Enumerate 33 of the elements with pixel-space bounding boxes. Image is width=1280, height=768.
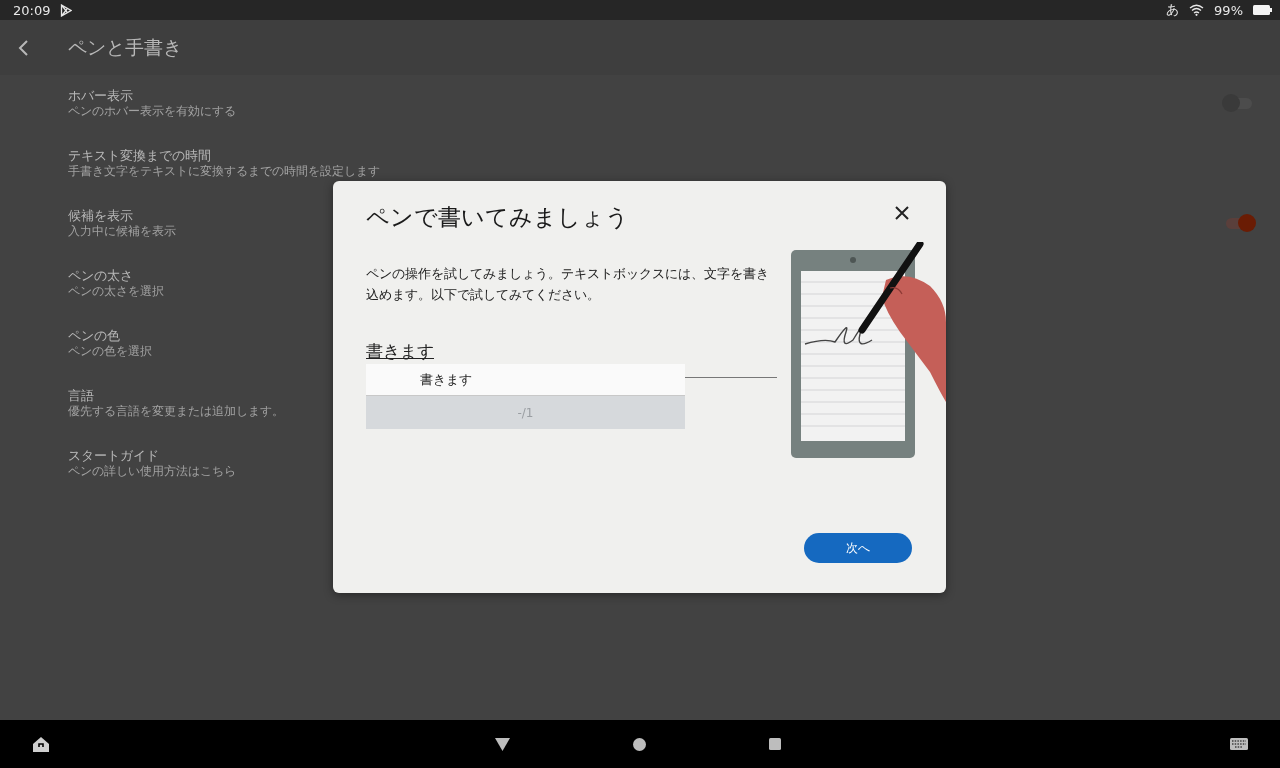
- setting-description: ペンの太さを選択: [68, 284, 164, 299]
- next-button[interactable]: 次へ: [804, 533, 912, 563]
- setting-title[interactable]: 候補を表示: [68, 207, 133, 224]
- setting-title[interactable]: ホバー表示: [68, 87, 133, 104]
- input-method-indicator: あ: [1166, 1, 1180, 19]
- setting-description: 入力中に候補を表示: [68, 224, 176, 239]
- setting-description: 手書き文字をテキストに変換するまでの時間を設定します: [68, 164, 380, 179]
- setting-title[interactable]: ペンの色: [68, 327, 120, 344]
- recents-square-icon[interactable]: [769, 738, 781, 750]
- candidate-counter: -/1: [366, 396, 685, 429]
- setting-description: 優先する言語を変更または追加します。: [68, 404, 284, 419]
- battery-icon: [1253, 5, 1272, 15]
- clock-time: 20:09: [13, 2, 51, 18]
- back-triangle-icon[interactable]: [495, 737, 510, 751]
- dialog-description: ペンの操作を試してみましょう。テキストボックスには、文字を書き込めます。以下で試してみてください。: [366, 265, 770, 304]
- setting-description: ペンの色を選択: [68, 344, 152, 359]
- setting-title[interactable]: スタートガイド: [68, 447, 159, 464]
- setting-description: ペンのホバー表示を有効にする: [68, 104, 236, 119]
- home-icon[interactable]: [32, 735, 50, 753]
- section-heading: 書きます: [366, 340, 434, 362]
- setting-title[interactable]: テキスト変換までの時間: [68, 147, 211, 164]
- keyboard-icon[interactable]: [1230, 738, 1248, 750]
- page-title: ペンと手書き: [68, 34, 182, 60]
- home-circle-icon[interactable]: [633, 737, 646, 751]
- battery-percentage: 99%: [1214, 2, 1243, 18]
- wifi-icon: [1189, 4, 1205, 16]
- setting-title[interactable]: 言語: [68, 387, 94, 404]
- setting-description: ペンの詳しい使用方法はこちら: [68, 464, 236, 479]
- setting-title[interactable]: ペンの太さ: [68, 267, 133, 284]
- dialog-title: ペンで書いてみましょう: [366, 203, 629, 232]
- play-store-icon: [60, 3, 73, 17]
- close-button[interactable]: [893, 204, 911, 222]
- handwriting-input-field[interactable]: 書きます: [366, 364, 685, 396]
